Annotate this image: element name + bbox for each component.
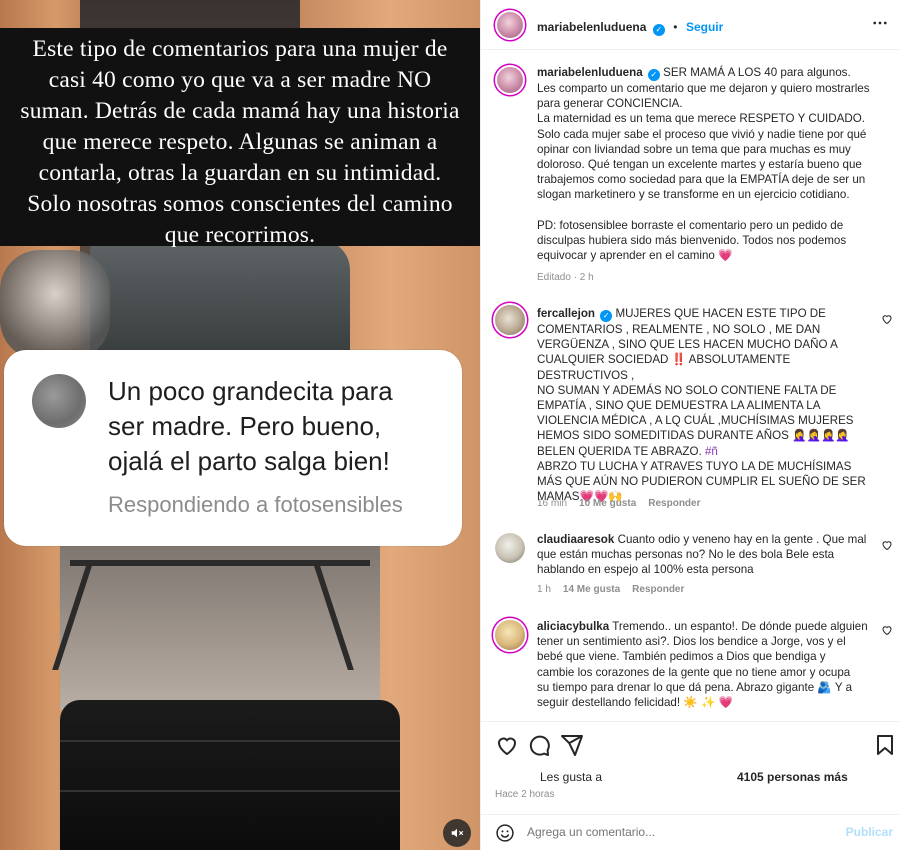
comment-likes[interactable]: 14 Me gusta [563,584,620,595]
quoted-comment-reply-to: Respondiendo a fotosensibles [108,492,403,517]
caption-username[interactable]: mariabelenluduena [537,66,643,79]
media-background-chair [90,240,350,350]
comment-username[interactable]: aliciacybulka [537,620,609,633]
reply-button[interactable]: Responder [648,498,700,509]
more-options-button[interactable] [871,14,889,37]
comment-likes[interactable]: 10 Me gusta [579,498,636,509]
likes-prefix: Les gusta a [540,770,603,784]
add-comment-input[interactable] [527,825,827,839]
comment-body: fercallejon ✓ MUJERES QUE HACEN ESTE TIP… [537,306,869,504]
post-timestamp[interactable]: Hace 2 horas [495,789,554,800]
author-avatar[interactable] [497,12,523,38]
likes-count[interactable]: 4105 personas más [737,770,848,784]
heart-icon[interactable] [495,733,519,757]
comment-username[interactable]: claudiaaresok [537,533,614,546]
mute-button[interactable] [443,819,471,847]
post-header: mariabelenluduena ✓ • Seguir [481,0,900,50]
commenter-avatar[interactable] [495,305,525,335]
emoji-icon[interactable] [495,823,515,843]
media-background-rack [70,560,370,680]
more-horizontal-icon [873,21,887,25]
quoted-comment-avatar [32,374,86,428]
comment-username[interactable]: fercallejon [537,307,595,320]
verified-badge-icon: ✓ [647,69,660,81]
like-comment-heart-icon[interactable] [881,313,893,325]
comments-list[interactable]: mariabelenluduena ✓ SER MAMÁ A LOS 40 pa… [481,51,900,721]
author-avatar[interactable] [497,67,523,93]
like-comment-heart-icon[interactable] [881,539,893,551]
caption-edited-time: Editado · 2 h [537,272,594,283]
post-actions: Les gusta a 4105 personas más Hace 2 hor… [481,721,900,849]
media-background-shoe [0,250,110,360]
comment-meta: 1 h 14 Me gusta Responder [537,584,684,595]
comment-time: 1 h [537,584,551,595]
media-background-sofa [60,700,400,850]
commenter-avatar[interactable] [495,620,525,650]
comment-text: Tremendo.. un espanto!. De dónde puede a… [537,620,868,710]
comment-text-continued: ABRZO TU LUCHA Y ATRAVES TUYO LA DE MUCH… [537,459,866,504]
commenter-avatar[interactable] [495,533,525,563]
quoted-comment-card: Un poco grandecita para ser madre. Pero … [4,350,462,546]
comment-body: aliciacybulka Tremendo.. un espanto!. De… [537,619,873,710]
post-media[interactable]: Este tipo de comentarios para una mujer … [0,0,480,850]
like-comment-heart-icon[interactable] [881,624,893,636]
media-background-sofa-seam [60,740,400,742]
comment-body: claudiaaresok Cuanto odio y veneno hay e… [537,532,873,578]
comment-text: MUJERES QUE HACEN ESTE TIPO DE COMENTARI… [537,307,854,458]
follow-button[interactable]: Seguir [686,20,723,34]
comment-hashtag[interactable]: #ñ [705,445,718,458]
post-caption-body: mariabelenluduena ✓ SER MAMÁ A LOS 40 pa… [537,65,897,263]
bookmark-icon[interactable] [873,733,897,757]
comment-time: 16 min [537,498,568,509]
verified-badge-icon: ✓ [600,310,613,322]
post-sidebar: mariabelenluduena ✓ • Seguir mariabelenl… [480,0,900,850]
caption-text: SER MAMÁ A LOS 40 para algunos. Les comp… [537,66,870,263]
reply-button[interactable]: Responder [632,584,684,595]
speaker-muted-icon [451,828,464,838]
comment-icon[interactable] [527,733,551,757]
share-icon[interactable] [560,733,584,757]
verified-badge-icon: ✓ [652,24,665,36]
author-username[interactable]: mariabelenluduena [537,20,646,34]
separator-dot: • [673,20,678,34]
media-background-sofa-seam [60,790,400,792]
add-comment-row: Publicar [481,814,900,850]
story-caption: Este tipo de comentarios para una mujer … [0,28,480,248]
quoted-comment-text: Un poco grandecita para ser madre. Pero … [108,376,393,476]
comment-meta: 16 min 10 Me gusta Responder [537,498,701,509]
publish-button[interactable]: Publicar [846,825,893,839]
